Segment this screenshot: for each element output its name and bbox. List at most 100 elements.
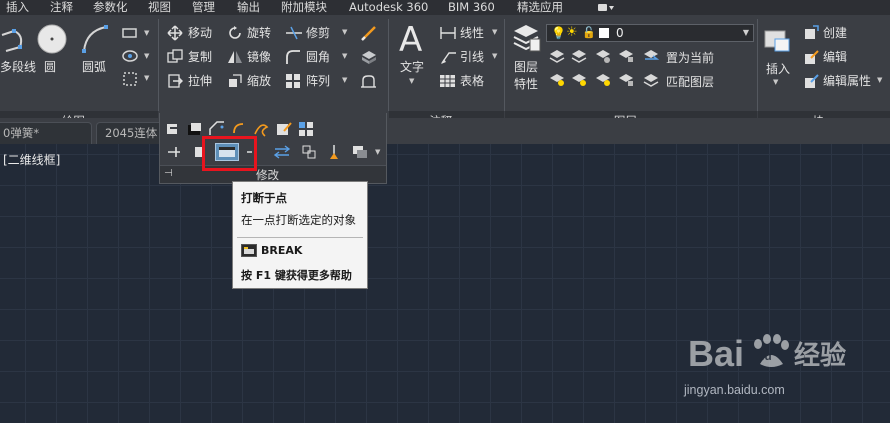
layer-color-swatch[interactable] xyxy=(599,28,609,38)
tab-featured-apps[interactable]: 精选应用 xyxy=(517,0,563,15)
edit-block-icon[interactable] xyxy=(803,49,819,68)
layer-lock-icon[interactable]: 🔓 xyxy=(582,26,596,39)
align-icon[interactable] xyxy=(166,144,182,160)
explode-icon[interactable] xyxy=(360,49,378,68)
layer-tool-icon[interactable] xyxy=(549,49,565,66)
layer-tool-icon[interactable] xyxy=(549,73,565,90)
layer-properties-icon[interactable] xyxy=(512,23,542,56)
layer-tool-icon[interactable] xyxy=(595,49,611,66)
insert-dropdown-icon[interactable]: ▼ xyxy=(773,78,778,86)
array-dropdown-icon[interactable]: ▼ xyxy=(342,76,347,84)
pin-icon[interactable]: ⊣ xyxy=(164,168,173,179)
trim-icon[interactable] xyxy=(285,25,303,44)
draw-order-icon[interactable] xyxy=(352,144,368,160)
linear-dimension-icon[interactable] xyxy=(439,25,457,44)
scale-label[interactable]: 缩放 xyxy=(247,74,271,88)
move-icon[interactable] xyxy=(167,25,183,44)
text-label[interactable]: 文字 xyxy=(400,60,424,74)
stretch-label[interactable]: 拉伸 xyxy=(188,74,212,88)
offset-icon[interactable] xyxy=(360,73,378,92)
tab-view[interactable]: 视图 xyxy=(148,0,171,15)
create-block-icon[interactable] xyxy=(803,25,819,44)
break-at-point-icon[interactable] xyxy=(215,143,239,161)
move-label[interactable]: 移动 xyxy=(188,26,212,40)
fillet-icon[interactable] xyxy=(285,49,301,68)
join-icon[interactable] xyxy=(246,144,262,160)
tab-autodesk360[interactable]: Autodesk 360 xyxy=(349,0,428,15)
layer-walk-icon[interactable] xyxy=(166,121,182,137)
insert-block-icon[interactable] xyxy=(763,25,793,58)
layer-tool-icon[interactable] xyxy=(618,73,634,90)
leader-icon[interactable] xyxy=(439,49,457,68)
copy-label[interactable]: 复制 xyxy=(188,50,212,64)
tab-annotate[interactable]: 注释 xyxy=(50,0,73,15)
edit-attributes-label[interactable]: 编辑属性 xyxy=(823,74,871,88)
layer-tool-icon[interactable] xyxy=(571,49,587,66)
overkill-icon[interactable] xyxy=(326,144,342,160)
layer-properties-label-1[interactable]: 图层 xyxy=(514,60,538,74)
edit-attributes-icon[interactable] xyxy=(803,73,819,92)
match-layer-icon[interactable] xyxy=(643,73,661,90)
linear-label[interactable]: 线性 xyxy=(460,26,484,40)
match-layer-label[interactable]: 匹配图层 xyxy=(666,75,714,89)
rotate-icon[interactable] xyxy=(227,25,243,44)
table-label[interactable]: 表格 xyxy=(460,74,484,88)
leader-dropdown-icon[interactable]: ▼ xyxy=(492,52,497,60)
array-icon[interactable] xyxy=(285,73,301,92)
layer-tool-icon[interactable] xyxy=(618,49,634,66)
viewport-style-label[interactable]: [二维线框] xyxy=(3,151,60,168)
polyline-label[interactable]: 多段线 xyxy=(0,60,36,74)
tab-addins[interactable]: 附加模块 xyxy=(281,0,327,15)
lengthen-icon[interactable] xyxy=(231,121,247,137)
spline-edit-icon[interactable] xyxy=(253,121,269,137)
layer-dropdown[interactable]: 💡 ☀ 🔓 0 ▼ xyxy=(546,24,754,42)
rectangle-dropdown-icon[interactable]: ▼ xyxy=(144,29,149,37)
edit-hatch-icon[interactable] xyxy=(276,121,292,137)
tab-bim360[interactable]: BIM 360 xyxy=(448,0,495,15)
rectangle-icon[interactable] xyxy=(122,27,138,42)
circle-icon[interactable] xyxy=(36,23,68,58)
tab-output[interactable]: 输出 xyxy=(237,0,260,15)
text-dropdown-icon[interactable]: ▼ xyxy=(409,77,414,85)
polyline-icon[interactable] xyxy=(0,25,30,58)
fillet-dropdown-icon[interactable]: ▼ xyxy=(342,52,347,60)
fillet-label[interactable]: 圆角 xyxy=(306,50,330,64)
layer-on-icon[interactable]: 💡 xyxy=(551,26,566,40)
leader-label[interactable]: 引线 xyxy=(460,50,484,64)
trim-label[interactable]: 修剪 xyxy=(306,26,330,40)
doc-tab-spring[interactable]: 0弹簧* xyxy=(0,122,92,144)
tab-manage[interactable]: 管理 xyxy=(192,0,215,15)
set-current-icon[interactable] xyxy=(643,49,661,66)
chamfer-icon[interactable] xyxy=(209,121,225,137)
stretch-icon[interactable] xyxy=(167,73,183,92)
reverse-icon[interactable] xyxy=(273,144,291,160)
linear-dropdown-icon[interactable]: ▼ xyxy=(492,28,497,36)
array-label[interactable]: 阵列 xyxy=(306,74,330,88)
circle-label[interactable]: 圆 xyxy=(44,60,56,74)
tab-parametric[interactable]: 参数化 xyxy=(93,0,128,15)
mirror-icon[interactable] xyxy=(227,49,243,68)
insert-label[interactable]: 插入 xyxy=(766,62,790,76)
hatch-icon[interactable] xyxy=(122,49,138,66)
blend-curves-icon[interactable] xyxy=(301,144,317,160)
copy-icon[interactable] xyxy=(167,49,183,68)
table-icon[interactable] xyxy=(439,73,457,92)
region-dropdown-icon[interactable]: ▼ xyxy=(144,74,149,82)
scale-icon[interactable] xyxy=(227,73,243,92)
trim-dropdown-icon[interactable]: ▼ xyxy=(342,28,347,36)
edit-attributes-dropdown-icon[interactable]: ▼ xyxy=(877,76,882,84)
rotate-label[interactable]: 旋转 xyxy=(247,26,271,40)
arc-icon[interactable] xyxy=(80,23,112,58)
ribbon-options-icon[interactable] xyxy=(597,2,615,12)
region-icon[interactable] xyxy=(122,71,138,90)
break-icon[interactable] xyxy=(193,144,209,160)
edit-block-label[interactable]: 编辑 xyxy=(823,50,847,64)
erase-icon[interactable] xyxy=(360,24,378,45)
arc-label[interactable]: 圆弧 xyxy=(82,60,106,74)
layer-tool-icon[interactable] xyxy=(595,73,611,90)
draw-order-dropdown-icon[interactable]: ▼ xyxy=(375,148,380,156)
hatch-dropdown-icon[interactable]: ▼ xyxy=(144,52,149,60)
text-icon[interactable]: A xyxy=(397,20,427,60)
join-flyout-icon[interactable] xyxy=(187,121,203,137)
layer-freeze-icon[interactable]: ☀ xyxy=(566,25,578,40)
